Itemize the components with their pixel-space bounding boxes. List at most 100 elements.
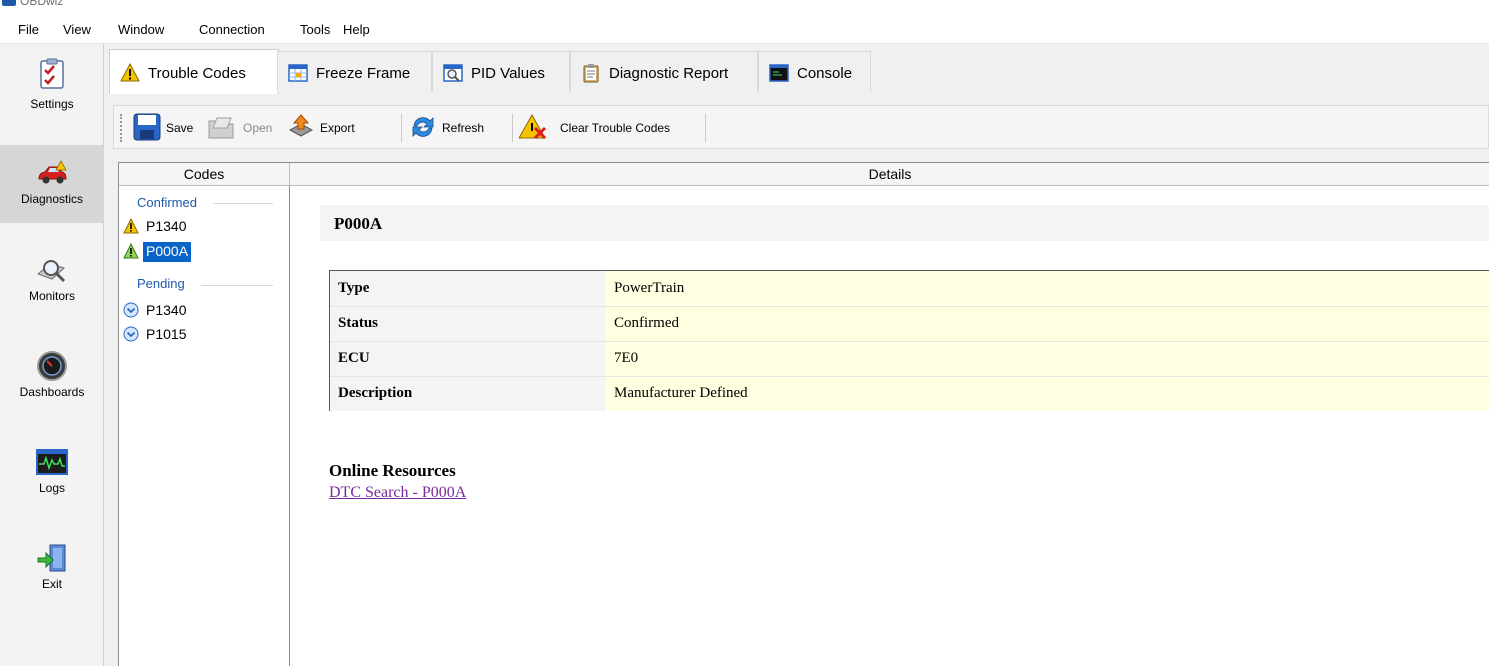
open-folder-icon <box>208 117 234 139</box>
clear-codes-icon <box>519 113 547 140</box>
menu-window[interactable]: Window <box>118 22 164 37</box>
save-button[interactable]: Save <box>130 109 214 145</box>
tab-label: PID Values <box>471 65 545 82</box>
tab-pid-values[interactable]: PID Values <box>432 51 570 92</box>
row-key: Status <box>330 306 606 342</box>
menu-help[interactable]: Help <box>343 22 370 37</box>
toolbar-separator <box>401 114 402 142</box>
row-value: Manufacturer Defined <box>606 376 1489 411</box>
grid-icon <box>288 64 308 82</box>
refresh-label: Refresh <box>442 121 485 135</box>
tab-label: Console <box>797 65 853 82</box>
menu-bar: File View Window Connection Tools Help <box>0 14 1489 44</box>
row-key: ECU <box>330 341 606 377</box>
refresh-icon <box>412 117 434 137</box>
info-table: Type PowerTrain Status Confirmed ECU 7E0… <box>330 271 1489 411</box>
tab-label: Freeze Frame <box>316 65 411 82</box>
warning-yellow-icon <box>123 218 139 234</box>
clear-label: Clear Trouble Codes <box>560 121 671 135</box>
sidebar-item-exit[interactable]: Exit <box>0 530 104 608</box>
sidebar-item-diagnostics[interactable]: Diagnostics <box>0 145 104 223</box>
magnify-table-icon <box>443 64 463 82</box>
export-icon <box>288 114 314 137</box>
waveform-icon <box>36 449 68 475</box>
sidebar-item-label: Monitors <box>28 289 75 303</box>
row-key: Type <box>330 271 606 307</box>
tab-strip: Trouble Codes Freeze Frame PID Values Di… <box>104 44 1489 100</box>
pending-chevron-icon <box>123 302 139 318</box>
magnifier-icon <box>37 260 66 283</box>
toolbar-separator <box>705 114 706 142</box>
tab-diagnostic-report[interactable]: Diagnostic Report <box>570 51 758 92</box>
menu-connection[interactable]: Connection <box>199 22 265 37</box>
floppy-disk-icon <box>133 113 161 141</box>
details-header[interactable]: Details <box>290 163 1489 186</box>
export-label: Export <box>320 121 355 135</box>
group-divider <box>213 203 273 204</box>
group-divider <box>201 285 273 286</box>
gauge-icon <box>37 351 67 381</box>
list-item-pending-p1340[interactable]: P1340 <box>121 300 221 320</box>
refresh-button[interactable]: Refresh <box>406 109 502 145</box>
code-label: P1340 <box>146 302 187 318</box>
app-car-icon <box>2 0 16 6</box>
toolbar: Save Open Export Refresh Clear Trouble C… <box>113 105 1489 149</box>
sidebar-item-settings[interactable]: Settings <box>0 46 104 124</box>
row-value: Confirmed <box>606 306 1489 342</box>
warning-green-icon <box>123 243 139 259</box>
sidebar-item-dashboards[interactable]: Dashboards <box>0 338 104 416</box>
table-row: Description Manufacturer Defined <box>330 376 1489 411</box>
save-label: Save <box>166 121 194 135</box>
row-value: 7E0 <box>606 341 1489 377</box>
tab-freeze-frame[interactable]: Freeze Frame <box>277 51 432 92</box>
code-label: P000A <box>143 242 192 262</box>
row-key: Description <box>330 376 606 411</box>
online-resources-heading: Online Resources <box>329 461 456 480</box>
tab-label: Trouble Codes <box>148 65 246 82</box>
sidebar-item-monitors[interactable]: Monitors <box>0 242 104 320</box>
table-row: ECU 7E0 <box>330 341 1489 377</box>
warning-icon <box>120 63 140 82</box>
clear-trouble-codes-button[interactable]: Clear Trouble Codes <box>517 109 702 145</box>
sidebar: Settings Diagnostics Monitors Dashboards… <box>0 44 104 666</box>
menu-view[interactable]: View <box>63 22 91 37</box>
sidebar-item-label: Settings <box>30 97 74 111</box>
row-value: PowerTrain <box>606 271 1489 307</box>
tab-trouble-codes[interactable]: Trouble Codes <box>109 49 279 94</box>
tab-label: Diagnostic Report <box>609 65 729 82</box>
codes-list[interactable]: Confirmed P1340 P000A Pending P1340 P101… <box>119 186 290 666</box>
title-bar: OBDwiz <box>0 0 1489 14</box>
codes-header[interactable]: Codes <box>119 163 290 186</box>
dtc-info-table: Type PowerTrain Status Confirmed ECU 7E0… <box>329 270 1489 411</box>
code-label: P1015 <box>146 326 187 342</box>
table-row: Status Confirmed <box>330 306 1489 342</box>
group-pending-label: Pending <box>137 276 185 291</box>
pending-chevron-icon <box>123 326 139 342</box>
dtc-title-bar: P000A <box>320 205 1489 241</box>
list-item-confirmed-p000a[interactable]: P000A <box>121 241 221 262</box>
sidebar-item-label: Diagnostics <box>20 192 84 206</box>
list-item-pending-p1015[interactable]: P1015 <box>121 324 221 344</box>
open-label: Open <box>243 121 273 135</box>
dtc-title: P000A <box>334 214 383 233</box>
table-row: Type PowerTrain <box>330 271 1489 307</box>
sidebar-item-logs[interactable]: Logs <box>0 434 104 512</box>
group-confirmed-label: Confirmed <box>137 195 197 210</box>
code-label: P1340 <box>146 218 187 234</box>
menu-file[interactable]: File <box>18 22 39 37</box>
checklist-icon <box>40 58 64 89</box>
export-button[interactable]: Export <box>284 109 370 145</box>
app-window: OBDwiz File View Window Connection Tools… <box>0 0 1489 666</box>
toolbar-grip[interactable] <box>120 114 122 142</box>
dtc-search-link[interactable]: DTC Search - P000A <box>329 484 466 502</box>
menu-tools[interactable]: Tools <box>300 22 330 37</box>
content-area: Codes Details Confirmed P1340 P000A Pend… <box>118 162 1489 666</box>
clipboard-icon <box>583 64 599 83</box>
list-item-confirmed-p1340[interactable]: P1340 <box>121 216 221 236</box>
toolbar-separator <box>512 114 513 142</box>
tab-console[interactable]: Console <box>758 51 871 92</box>
details-pane: P000A Type PowerTrain Status Confirmed E… <box>290 186 1489 666</box>
sidebar-item-label: Logs <box>38 481 66 495</box>
open-button[interactable]: Open <box>204 109 288 145</box>
sidebar-item-label: Exit <box>41 577 62 591</box>
